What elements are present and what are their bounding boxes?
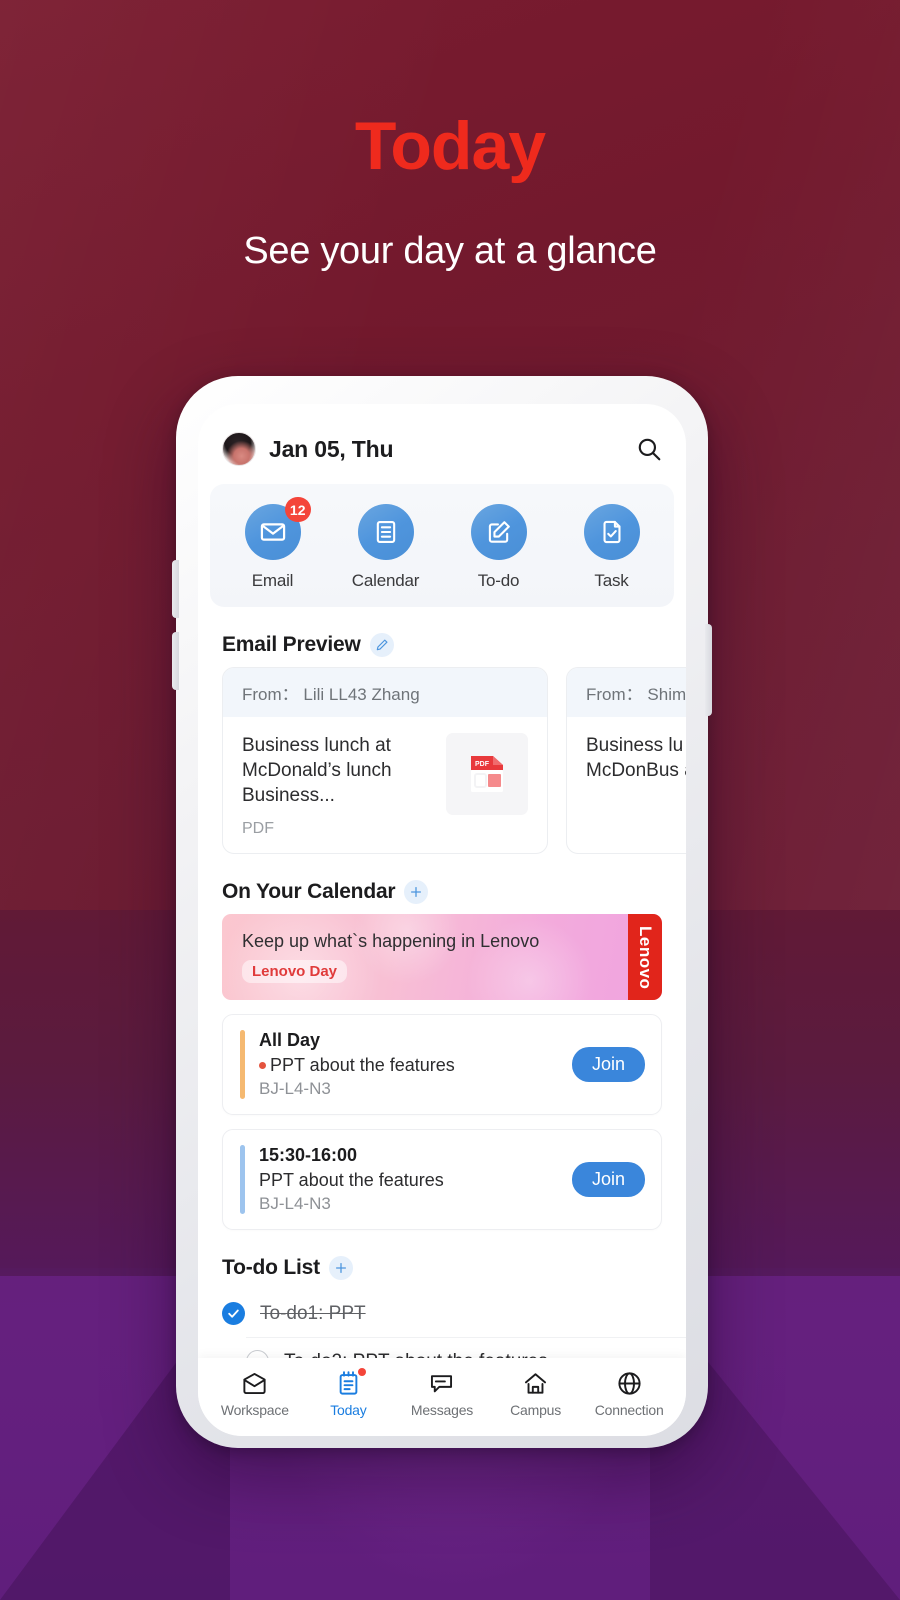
checkbox-checked-icon[interactable] xyxy=(222,1302,245,1326)
power-button[interactable] xyxy=(705,624,712,716)
app-header: Jan 05, Thu xyxy=(198,404,686,480)
event-status-dot xyxy=(259,1062,266,1070)
email-attachment-type: PDF xyxy=(242,820,274,838)
inbox-icon xyxy=(208,1369,302,1399)
section-title: On Your Calendar xyxy=(222,880,396,904)
email-from: From： Shime xyxy=(567,668,686,717)
search-icon[interactable] xyxy=(636,436,662,462)
chat-bubble-icon xyxy=(395,1369,489,1399)
email-subject: Business lu Business lu McDonBus atBusin… xyxy=(586,735,686,782)
todo-list-item[interactable]: To-do1: PPT xyxy=(198,1290,686,1337)
promo-text: Keep up what`s happening in Lenovo Lenov… xyxy=(222,931,540,984)
event-title: PPT about the features xyxy=(270,1055,455,1076)
email-from-label: From： xyxy=(242,685,299,704)
lifebuoy-icon xyxy=(582,1369,676,1399)
document-check-icon xyxy=(583,504,640,560)
quick-action-task[interactable]: Task xyxy=(555,504,668,591)
envelope-icon: 12 xyxy=(244,497,311,560)
tab-label: Connection xyxy=(594,1401,664,1418)
tab-notification-dot xyxy=(358,1367,367,1376)
bottom-navigation: Workspace Today Messages Campus Connecti… xyxy=(198,1358,686,1436)
tab-campus[interactable]: Campus xyxy=(489,1369,583,1418)
page-date: Jan 05, Thu xyxy=(269,435,394,462)
email-card[interactable]: From： Shime Business lu Business lu McDo… xyxy=(566,667,686,855)
calendar-promo-banner[interactable]: Keep up what`s happening in Lenovo Lenov… xyxy=(222,914,662,1001)
clipboard-icon xyxy=(302,1367,396,1399)
home-icon xyxy=(489,1369,583,1399)
event-time: 15:30-16:00 xyxy=(259,1145,358,1166)
email-badge: 12 xyxy=(284,497,311,522)
section-title: Email Preview xyxy=(222,633,361,656)
quick-action-email[interactable]: 12 Email xyxy=(216,497,329,591)
tab-label: Today xyxy=(330,1401,367,1418)
avatar[interactable] xyxy=(222,432,256,466)
calendar-event-row[interactable]: All Day PPT about the features BJ-L4-N3 … xyxy=(222,1014,662,1116)
calendar-promo-wrap: Keep up what`s happening in Lenovo Lenov… xyxy=(198,914,686,1001)
calendar-list-icon xyxy=(357,504,414,560)
email-sender: Shime xyxy=(647,685,686,704)
email-card[interactable]: From： Lili LL43 Zhang Business lunch at … xyxy=(222,667,548,855)
hero: Today See your day at a glance xyxy=(0,0,900,273)
tab-workspace[interactable]: Workspace xyxy=(208,1369,302,1418)
email-subject: Business lunch at McDonald’s lunch Busin… xyxy=(242,735,392,807)
quick-action-label: To-do xyxy=(477,571,520,590)
tab-messages[interactable]: Messages xyxy=(395,1369,489,1418)
email-preview-list[interactable]: From： Lili LL43 Zhang Business lunch at … xyxy=(198,667,686,855)
calendar-event-row[interactable]: 15:30-16:00 PPT about the features BJ-L4… xyxy=(222,1129,662,1231)
quick-actions-panel: 12 Email Calendar To-do Task xyxy=(210,484,674,607)
pencil-square-icon xyxy=(470,504,527,560)
event-time: All Day xyxy=(259,1030,321,1051)
quick-action-label: Task xyxy=(594,571,629,590)
page-subtitle: See your day at a glance xyxy=(243,230,657,272)
event-details: All Day PPT about the features BJ-L4-N3 xyxy=(245,1030,572,1099)
plus-icon[interactable] xyxy=(328,1256,353,1281)
email-card-body: Business lu Business lu McDonBus atBusin… xyxy=(567,717,686,798)
lenovo-brand-tab: Lenovo xyxy=(628,914,662,1001)
tab-label: Workspace xyxy=(220,1401,289,1418)
todo-label: To-do1: PPT xyxy=(260,1302,366,1324)
svg-text:PDF: PDF xyxy=(475,761,490,768)
section-title: To-do List xyxy=(222,1256,320,1280)
tab-today[interactable]: Today xyxy=(302,1367,396,1418)
plus-icon[interactable] xyxy=(404,880,429,905)
email-from: From： Lili LL43 Zhang xyxy=(223,668,547,717)
event-title: PPT about the features xyxy=(259,1170,444,1191)
promo-tag: Lenovo Day xyxy=(242,960,348,984)
event-title-row: PPT about the features xyxy=(259,1055,572,1076)
tab-label: Messages xyxy=(410,1401,474,1418)
pdf-file-icon: PDF xyxy=(469,754,505,794)
event-details: 15:30-16:00 PPT about the features BJ-L4… xyxy=(245,1145,572,1214)
tab-label: Campus xyxy=(510,1401,562,1418)
tab-connection[interactable]: Connection xyxy=(582,1369,676,1418)
quick-action-todo[interactable]: To-do xyxy=(442,504,555,591)
email-text: Business lunch at McDonald’s lunch Busin… xyxy=(242,733,438,838)
email-preview-header: Email Preview xyxy=(198,607,686,667)
volume-down-button[interactable] xyxy=(172,632,179,690)
brand-label: Lenovo xyxy=(636,925,655,989)
email-text: Business lu Business lu McDonBus atBusin… xyxy=(586,733,686,783)
calendar-header: On Your Calendar xyxy=(198,854,686,914)
quick-action-label: Email xyxy=(251,571,294,590)
email-attachment-thumb[interactable]: PDF xyxy=(446,733,528,815)
email-sender: Lili LL43 Zhang xyxy=(303,685,420,704)
volume-up-button[interactable] xyxy=(172,560,179,618)
join-button[interactable]: Join xyxy=(571,1162,645,1198)
event-location: BJ-L4-N3 xyxy=(259,1079,331,1099)
todo-header: To-do List xyxy=(198,1230,686,1290)
quick-action-calendar[interactable]: Calendar xyxy=(329,504,442,591)
promo-title: Keep up what`s happening in Lenovo xyxy=(242,931,540,952)
email-card-body: Business lunch at McDonald’s lunch Busin… xyxy=(223,717,547,853)
join-button[interactable]: Join xyxy=(571,1047,645,1083)
quick-action-label: Calendar xyxy=(351,571,420,590)
event-location: BJ-L4-N3 xyxy=(259,1194,331,1214)
edit-pencil-icon[interactable] xyxy=(369,633,394,657)
phone-mockup: Jan 05, Thu 12 Email Calendar To-do Task… xyxy=(172,376,712,1448)
event-title-row: PPT about the features xyxy=(259,1170,572,1191)
page-title: Today xyxy=(354,108,546,184)
email-from-label: From： xyxy=(586,685,643,704)
phone-screen: Jan 05, Thu 12 Email Calendar To-do Task… xyxy=(198,404,686,1436)
